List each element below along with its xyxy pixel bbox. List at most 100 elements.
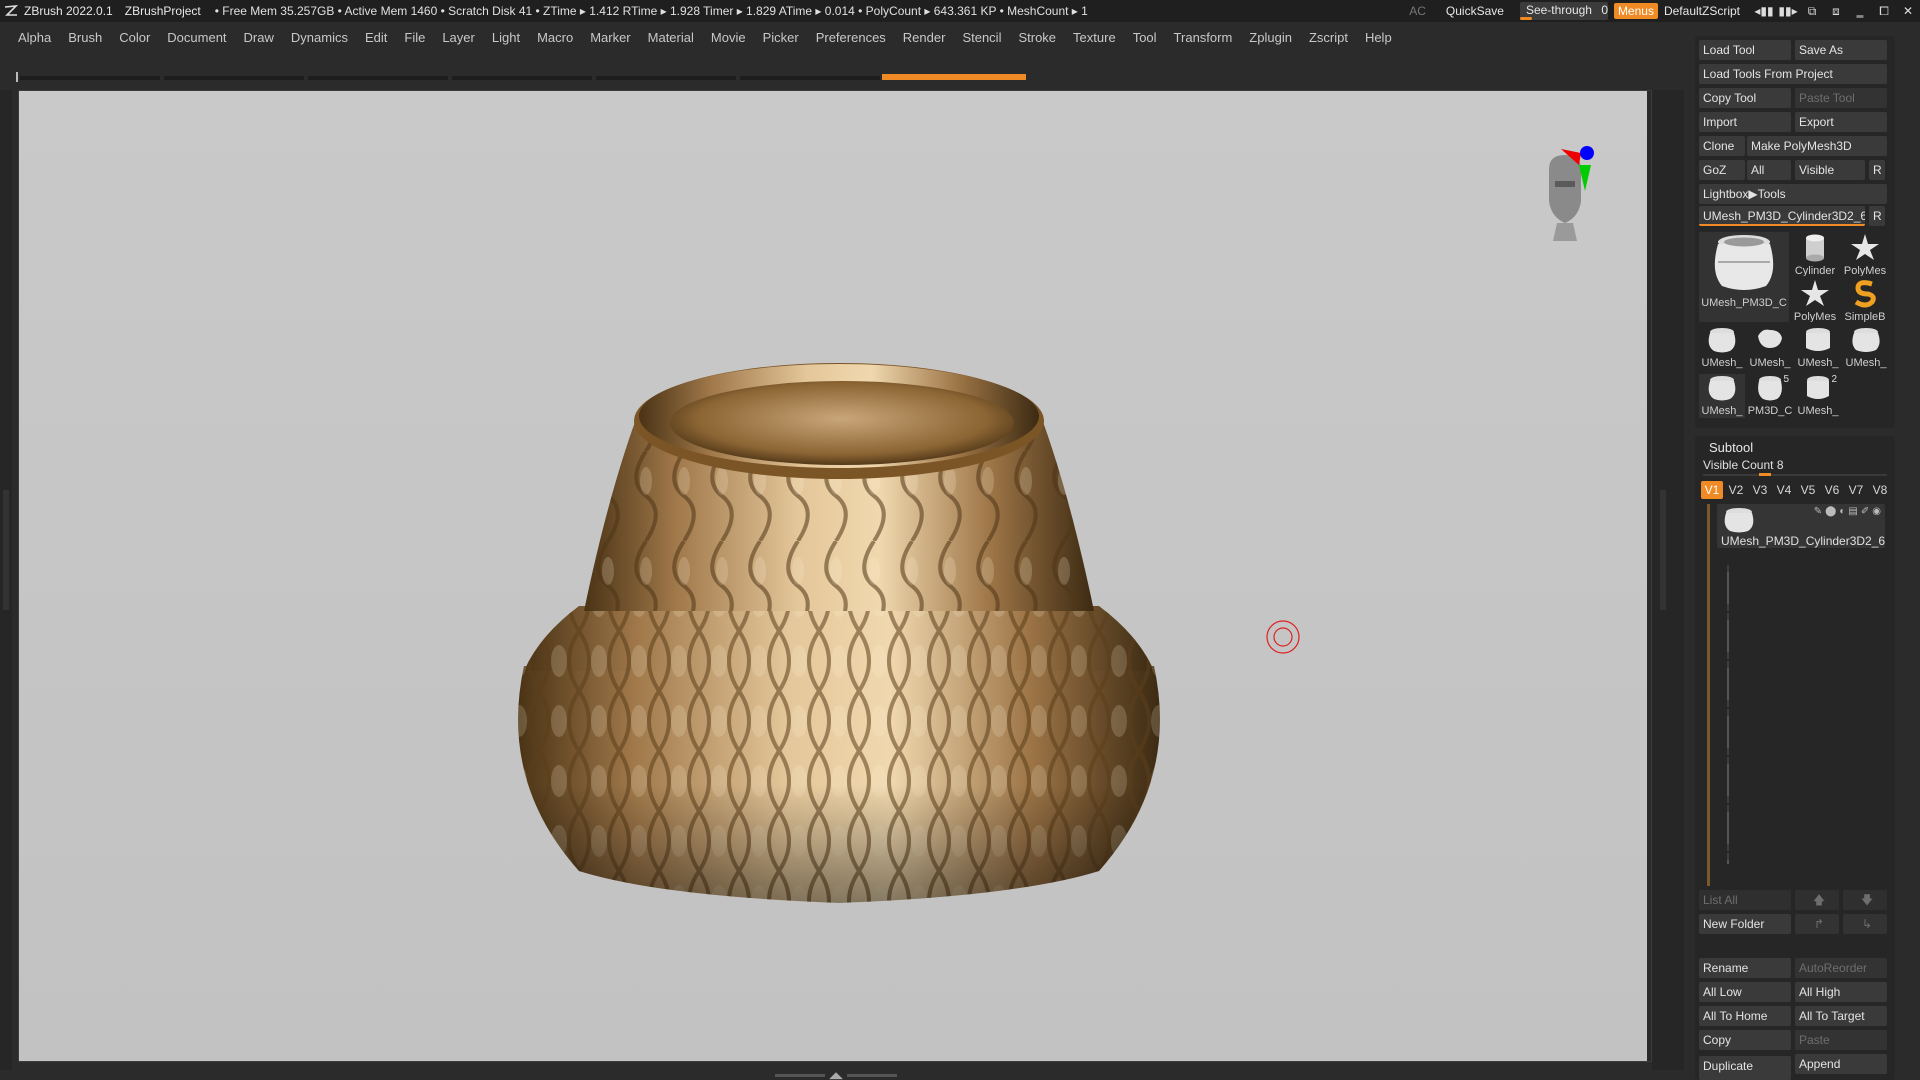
all-high-button[interactable]: All High xyxy=(1795,982,1887,1002)
clone-button[interactable]: Clone xyxy=(1699,136,1745,156)
move-into-folder-icon[interactable]: ↱ xyxy=(1795,914,1839,934)
tool-thumb-cylinder[interactable]: Cylinder xyxy=(1791,232,1839,276)
shelf-tab[interactable] xyxy=(596,76,736,80)
new-folder-button[interactable]: New Folder xyxy=(1699,914,1791,934)
move-up-arrow-icon[interactable]: 🡅 xyxy=(1795,890,1839,910)
goz-all-button[interactable]: All xyxy=(1747,160,1791,180)
subtool-pen-icon[interactable]: ✐ xyxy=(1861,506,1869,517)
visibility-set-v8[interactable]: V8 xyxy=(1869,481,1891,499)
load-tools-from-project-button[interactable]: Load Tools From Project xyxy=(1699,64,1887,84)
shelf-tab[interactable] xyxy=(164,76,304,80)
current-tool-slot[interactable]: UMesh_PM3D_Cylinder3D2_6 xyxy=(1699,206,1865,226)
see-through-slider[interactable]: See-through 0 xyxy=(1519,2,1608,20)
eye-icon[interactable]: ◉ xyxy=(1872,506,1881,517)
save-as-button[interactable]: Save As xyxy=(1795,40,1887,60)
subtool-title[interactable]: Subtool xyxy=(1709,440,1753,455)
copy-tool-button[interactable]: Copy Tool xyxy=(1699,88,1791,108)
visibility-set-v7[interactable]: V7 xyxy=(1845,481,1867,499)
import-button[interactable]: Import xyxy=(1699,112,1791,132)
rename-button[interactable]: Rename xyxy=(1699,958,1791,978)
tool-thumb-simplebrush[interactable]: SimpleB xyxy=(1841,278,1889,322)
all-to-home-button[interactable]: All To Home xyxy=(1699,1006,1791,1026)
tool-thumb-pm3d[interactable]: PM3D_C 5 xyxy=(1747,374,1793,418)
goz-r-button[interactable]: R xyxy=(1869,160,1885,180)
tool-thumb-polymesh-2[interactable]: PolyMes xyxy=(1791,278,1839,322)
menu-stroke[interactable]: Stroke xyxy=(1018,30,1056,45)
tool-thumb-main[interactable]: UMesh_PM3D_C xyxy=(1699,232,1789,322)
all-to-target-button[interactable]: All To Target xyxy=(1795,1006,1887,1026)
subtool-scrollbar[interactable] xyxy=(1707,504,1710,886)
shelf-tab[interactable] xyxy=(20,76,160,80)
menu-movie[interactable]: Movie xyxy=(711,30,746,45)
duplicate-button[interactable]: Duplicate xyxy=(1699,1056,1791,1080)
menu-document[interactable]: Document xyxy=(167,30,226,45)
shelf-tab[interactable] xyxy=(308,76,448,80)
subtool-brush-icon[interactable]: ✎ xyxy=(1814,506,1822,517)
paste-subtool-button[interactable]: Paste xyxy=(1795,1030,1887,1050)
subtool-polypaint-icon[interactable]: ◐ xyxy=(1839,506,1845,517)
visibility-set-v2[interactable]: V2 xyxy=(1725,481,1747,499)
tool-thumb-umesh[interactable]: UMesh_ xyxy=(1843,326,1889,370)
autoreorder-button[interactable]: AutoReorder xyxy=(1795,958,1887,978)
menu-zscript[interactable]: Zscript xyxy=(1309,30,1348,45)
paste-tool-button[interactable]: Paste Tool xyxy=(1795,88,1887,108)
document-canvas[interactable] xyxy=(18,90,1652,1062)
lightbox-tools-button[interactable]: Lightbox▶Tools xyxy=(1699,184,1887,204)
move-down-arrow-icon[interactable]: 🡇 xyxy=(1843,890,1887,910)
visibility-set-v6[interactable]: V6 xyxy=(1821,481,1843,499)
visibility-set-v1[interactable]: V1 xyxy=(1701,481,1723,499)
menu-marker[interactable]: Marker xyxy=(590,30,630,45)
subtool-folder-icon[interactable]: ▤ xyxy=(1848,506,1857,517)
menu-file[interactable]: File xyxy=(404,30,425,45)
layout-left-icon[interactable]: ◂▮▮ xyxy=(1752,4,1776,18)
menu-macro[interactable]: Macro xyxy=(537,30,573,45)
menu-stencil[interactable]: Stencil xyxy=(962,30,1001,45)
load-tool-button[interactable]: Load Tool xyxy=(1699,40,1791,60)
menu-help[interactable]: Help xyxy=(1365,30,1392,45)
subtool-toggle-icon[interactable]: ⬤ xyxy=(1825,506,1836,517)
visible-count-slider[interactable]: Visible Count 8 xyxy=(1703,458,1887,476)
menu-picker[interactable]: Picker xyxy=(763,30,799,45)
project-name[interactable]: ZBrushProject xyxy=(125,4,201,18)
tool-thumb-umesh[interactable]: UMesh_ xyxy=(1699,374,1745,418)
layout-right-icon[interactable]: ▮▮▸ xyxy=(1776,4,1800,18)
menu-zplugin[interactable]: Zplugin xyxy=(1249,30,1292,45)
menu-preferences[interactable]: Preferences xyxy=(816,30,886,45)
make-polymesh3d-button[interactable]: Make PolyMesh3D xyxy=(1747,136,1887,156)
shelf-tab[interactable] xyxy=(452,76,592,80)
menu-color[interactable]: Color xyxy=(119,30,150,45)
menu-light[interactable]: Light xyxy=(492,30,520,45)
tool-thumb-umesh[interactable]: UMesh_ 2 xyxy=(1795,374,1841,418)
list-all-button[interactable]: List All xyxy=(1699,890,1791,910)
goz-button[interactable]: GoZ xyxy=(1699,160,1745,180)
menu-material[interactable]: Material xyxy=(648,30,694,45)
ui-layout-icon[interactable]: ⧈ xyxy=(1824,4,1848,19)
tool-thumb-polymesh[interactable]: PolyMes xyxy=(1841,232,1889,276)
close-icon[interactable]: ✕ xyxy=(1896,4,1920,18)
restore-layout-icon[interactable]: ⧉ xyxy=(1800,4,1824,19)
tool-thumb-umesh[interactable]: UMesh_ xyxy=(1747,326,1793,370)
all-low-button[interactable]: All Low xyxy=(1699,982,1791,1002)
subtool-list[interactable]: ✎ ⬤ ◐ ▤ ✐ ◉ UMesh_PM3D_Cylinder3D2_6 xyxy=(1703,504,1887,888)
shelf-tab-active[interactable] xyxy=(882,74,1026,80)
left-tray-handle[interactable] xyxy=(3,490,9,610)
subtool-item[interactable]: ✎ ⬤ ◐ ▤ ✐ ◉ UMesh_PM3D_Cylinder3D2_6 xyxy=(1717,504,1885,548)
move-out-folder-icon[interactable]: ↳ xyxy=(1843,914,1887,934)
visibility-set-v4[interactable]: V4 xyxy=(1773,481,1795,499)
tool-thumb-umesh[interactable]: UMesh_ xyxy=(1699,326,1745,370)
bottom-tray-toggle[interactable]: ◢◣ xyxy=(770,1070,902,1080)
menu-transform[interactable]: Transform xyxy=(1174,30,1233,45)
quicksave-button[interactable]: QuickSave xyxy=(1446,4,1504,18)
menu-tool[interactable]: Tool xyxy=(1133,30,1157,45)
default-zscript-button[interactable]: DefaultZScript xyxy=(1664,4,1740,18)
menu-alpha[interactable]: Alpha xyxy=(18,30,51,45)
append-button[interactable]: Append xyxy=(1795,1054,1887,1074)
menu-dynamics[interactable]: Dynamics xyxy=(291,30,348,45)
menu-brush[interactable]: Brush xyxy=(68,30,102,45)
minimize-icon[interactable]: ‗ xyxy=(1848,4,1872,18)
menu-texture[interactable]: Texture xyxy=(1073,30,1116,45)
current-tool-r-button[interactable]: R xyxy=(1869,206,1885,226)
menu-render[interactable]: Render xyxy=(903,30,946,45)
shelf-tab[interactable] xyxy=(740,76,880,80)
copy-subtool-button[interactable]: Copy xyxy=(1699,1030,1791,1050)
